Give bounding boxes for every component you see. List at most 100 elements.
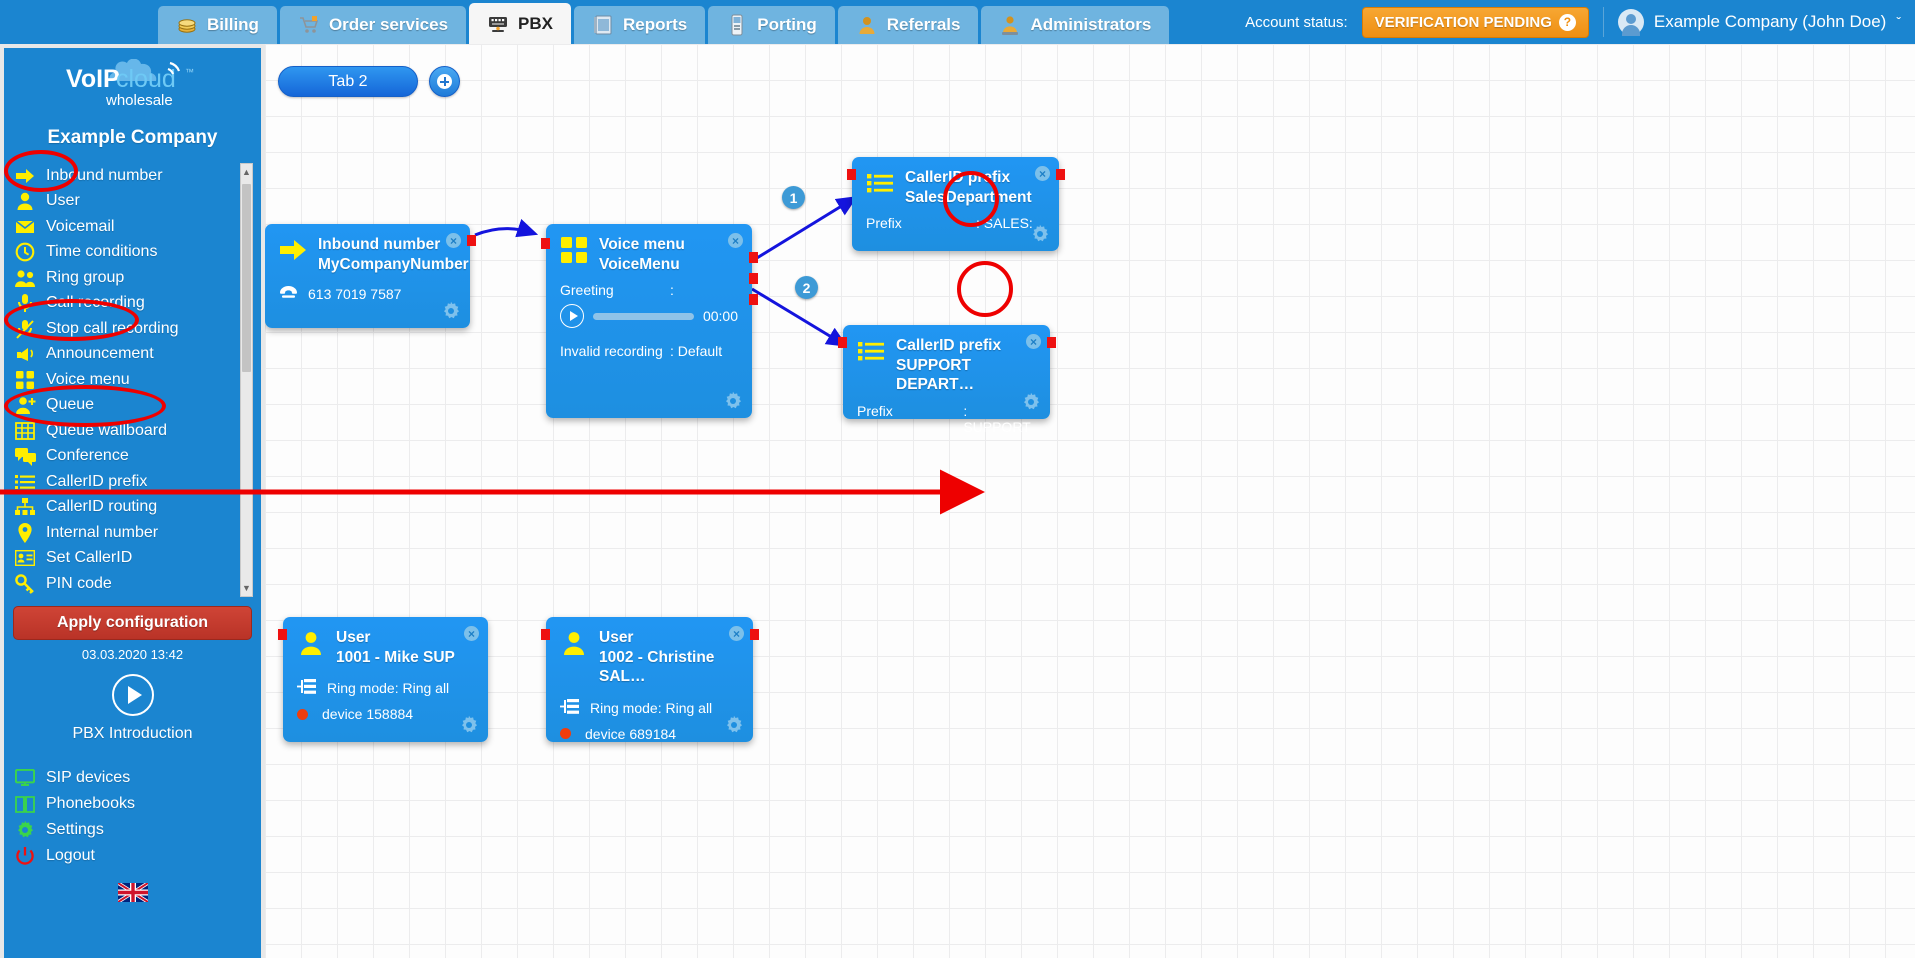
node-user-1002[interactable]: User 1002 - Christine SAL… × Ring mode: …	[541, 617, 759, 742]
top-navigation-bar: Billing Order services PBX Reports Porti…	[0, 0, 1915, 44]
node-header: CallerID prefix SalesDepartment	[852, 157, 1059, 211]
connection-badge-1[interactable]: 1	[782, 186, 805, 209]
sidebar-item-conference[interactable]: Conference	[14, 444, 261, 470]
node-name-label: MyCompanyNumber	[318, 255, 469, 273]
tab-order-services[interactable]: Order services	[279, 6, 467, 44]
tab-referrals[interactable]: Referrals	[837, 6, 979, 44]
node-port-in[interactable]	[278, 629, 287, 640]
gear-icon[interactable]	[1030, 224, 1050, 244]
gear-icon	[14, 819, 36, 841]
sidebar-item-label: Inbound number	[46, 166, 163, 184]
sidebar-item-time-conditions[interactable]: Time conditions	[14, 240, 261, 266]
play-icon[interactable]	[560, 304, 584, 329]
gear-icon[interactable]	[441, 301, 461, 321]
sidebar-item-sip-devices[interactable]: SIP devices	[14, 765, 261, 791]
invalid-recording-value: : Default	[670, 343, 723, 360]
node-port-out[interactable]	[1047, 337, 1056, 348]
sidebar-item-set-callerid[interactable]: Set CallerID	[14, 546, 261, 572]
node-callerid-prefix-sales[interactable]: CallerID prefix SalesDepartment × Prefix…	[847, 157, 1065, 251]
sidebar-item-phonebooks[interactable]: Phonebooks	[14, 791, 261, 817]
node-port-out-3[interactable]	[749, 294, 758, 305]
node-port-out[interactable]	[1056, 169, 1065, 180]
sidebar-item-announcement[interactable]: Announcement	[14, 342, 261, 368]
node-body: Prefix : SALES:	[852, 211, 1059, 239]
company-name: Example Company	[47, 127, 218, 148]
sidebar-item-callerid-prefix[interactable]: CallerID prefix	[14, 469, 261, 495]
sidebar-item-label: Phonebooks	[46, 795, 135, 812]
scrollbar-thumb[interactable]	[242, 184, 251, 372]
sidebar-item-settings[interactable]: Settings	[14, 817, 261, 843]
shopping-cart-icon	[298, 14, 320, 36]
node-name-label: 1001 - Mike SUP	[336, 648, 455, 666]
pbx-flow-canvas[interactable]: Tab 2 1 2 Inbound number MyCompanyNumber…	[265, 44, 1915, 958]
help-icon[interactable]: ?	[1558, 13, 1576, 31]
sidebar-item-queue-wallboard[interactable]: Queue wallboard	[14, 418, 261, 444]
node-port-in[interactable]	[541, 238, 550, 249]
tab-label: Referrals	[886, 15, 961, 34]
node-body: Greeting : 00:00 Invalid recording : Def…	[546, 278, 752, 367]
gear-icon[interactable]	[1021, 392, 1041, 412]
scroll-down-icon[interactable]: ▼	[241, 580, 252, 596]
status-badge[interactable]: VERIFICATION PENDING ?	[1361, 6, 1589, 38]
sidebar-item-user[interactable]: User	[14, 189, 261, 215]
tab-reports[interactable]: Reports	[574, 6, 706, 44]
gear-icon[interactable]	[459, 715, 479, 735]
gear-icon[interactable]	[724, 715, 744, 735]
tab-porting[interactable]: Porting	[708, 6, 835, 44]
sidebar-item-voicemail[interactable]: Voicemail	[14, 214, 261, 240]
sidebar-item-pin-code[interactable]: PIN code	[14, 571, 261, 597]
node-callerid-prefix-support[interactable]: CallerID prefix SUPPORT DEPART… × Prefix…	[838, 325, 1056, 435]
close-icon[interactable]: ×	[1035, 166, 1050, 181]
node-title: User 1002 - Christine SAL…	[599, 628, 741, 687]
close-icon[interactable]: ×	[729, 626, 744, 641]
gear-icon[interactable]	[723, 391, 743, 411]
close-icon[interactable]: ×	[464, 626, 479, 641]
sidebar-item-stop-call-recording[interactable]: Stop call recording	[14, 316, 261, 342]
list-icon	[866, 168, 894, 198]
sidebar-scrollbar[interactable]: ▲ ▼	[240, 163, 253, 597]
sidebar-item-inbound-number[interactable]: Inbound number	[14, 163, 261, 189]
node-port-out[interactable]	[467, 235, 476, 246]
canvas-tab-2[interactable]: Tab 2	[278, 66, 418, 97]
node-port-out[interactable]	[750, 629, 759, 640]
sidebar-item-logout[interactable]: Logout	[14, 843, 261, 869]
tab-administrators[interactable]: Administrators	[981, 6, 1170, 44]
microphone-muted-icon	[14, 318, 36, 340]
node-port-out-2[interactable]	[749, 273, 758, 284]
sidebar-item-extra[interactable]	[14, 597, 261, 598]
language-flag-icon[interactable]	[4, 869, 261, 907]
tab-pbx[interactable]: PBX	[469, 3, 572, 44]
node-user-1001[interactable]: User 1001 - Mike SUP × Ring mode: Ring a…	[278, 617, 488, 742]
sidebar-item-callerid-routing[interactable]: CallerID routing	[14, 495, 261, 521]
connection-badge-2[interactable]: 2	[795, 276, 818, 299]
account-menu[interactable]: Example Company (John Doe) ˇ	[1617, 9, 1901, 36]
play-icon[interactable]	[111, 674, 154, 716]
node-port-in[interactable]	[541, 629, 550, 640]
node-port-out-1[interactable]	[749, 252, 758, 263]
node-voice-menu[interactable]: Voice menu VoiceMenu × Greeting : 00:00 …	[541, 224, 758, 418]
close-icon[interactable]: ×	[728, 233, 743, 248]
tab-label: Order services	[328, 15, 449, 34]
tab-billing[interactable]: Billing	[158, 6, 277, 44]
sidebar-item-voice-menu[interactable]: Voice menu	[14, 367, 261, 393]
node-inbound-number[interactable]: Inbound number MyCompanyNumber × 613 701…	[265, 224, 476, 328]
user-icon	[14, 190, 36, 212]
apply-configuration-button[interactable]: Apply configuration	[13, 606, 252, 640]
sidebar-item-queue[interactable]: Queue	[14, 393, 261, 419]
sidebar-menu: Inbound number User Voicemail Time condi…	[4, 163, 261, 597]
ring-mode-row: Ring mode: Ring all	[297, 675, 474, 698]
sidebar-item-call-recording[interactable]: Call recording	[14, 291, 261, 317]
close-icon[interactable]: ×	[446, 233, 461, 248]
prefix-key: Prefix	[857, 402, 893, 419]
scroll-up-icon[interactable]: ▲	[241, 164, 252, 180]
node-port-in[interactable]	[838, 337, 847, 348]
close-icon[interactable]: ×	[1026, 334, 1041, 349]
add-tab-button[interactable]	[429, 66, 460, 97]
device-row: device 158884	[297, 698, 474, 722]
sidebar-item-internal-number[interactable]: Internal number	[14, 520, 261, 546]
node-port-in[interactable]	[847, 169, 856, 180]
audio-player[interactable]: 00:00	[560, 298, 738, 329]
sidebar-item-ring-group[interactable]: Ring group	[14, 265, 261, 291]
audio-progress-bar[interactable]	[593, 312, 694, 320]
divider	[1602, 7, 1604, 37]
